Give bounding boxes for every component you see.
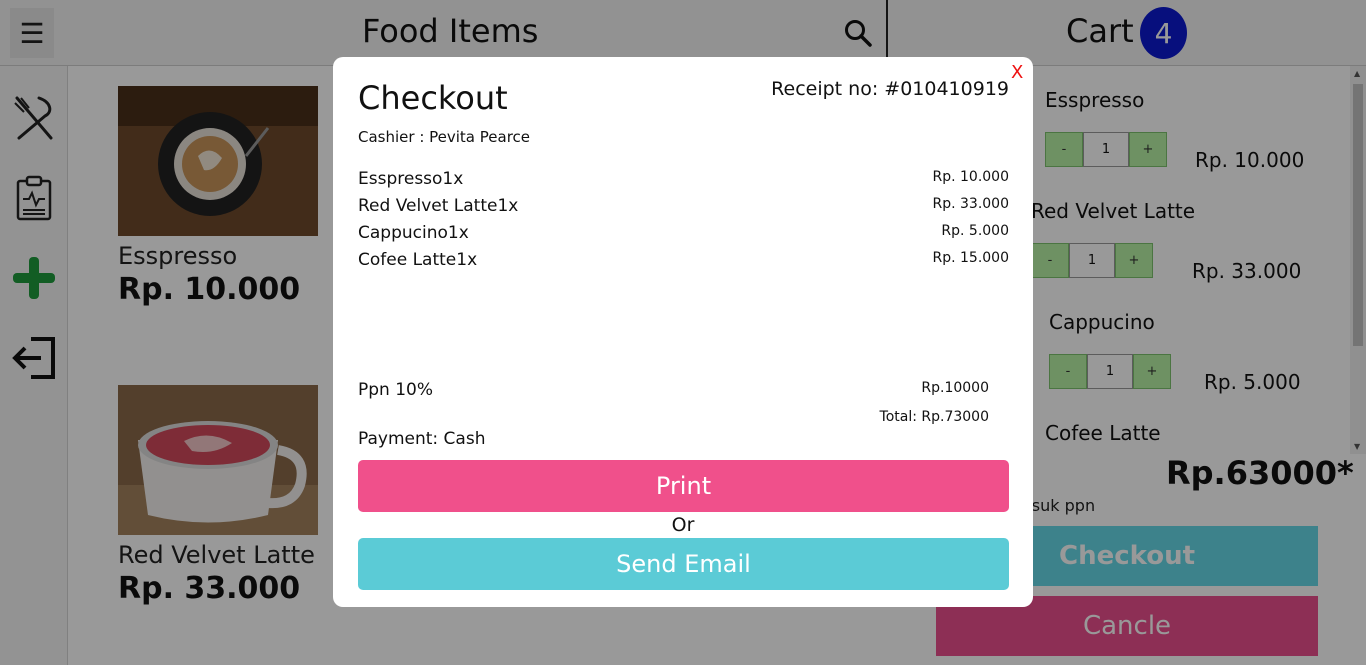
receipt-line-price: Rp. 10.000 <box>932 169 1009 185</box>
receipt-line-name: Esspresso1x <box>358 169 464 189</box>
receipt-line-name: Cappucino1x <box>358 223 469 243</box>
receipt-line-price: Rp. 33.000 <box>932 196 1009 212</box>
receipt-line-name: Red Velvet Latte1x <box>358 196 519 216</box>
receipt-number: Receipt no: #010410919 <box>771 78 1009 100</box>
receipt-total: Total: Rp.73000 <box>879 409 989 425</box>
receipt-line: Cofee Latte1x Rp. 15.000 <box>358 250 1009 277</box>
or-separator: Or <box>671 514 695 536</box>
modal-title: Checkout <box>358 79 508 117</box>
receipt-line: Red Velvet Latte1x Rp. 33.000 <box>358 196 1009 223</box>
print-button[interactable]: Print <box>358 460 1009 512</box>
receipt-line: Esspresso1x Rp. 10.000 <box>358 169 1009 196</box>
ppn-label: Ppn 10% <box>358 380 434 400</box>
send-email-button[interactable]: Send Email <box>358 538 1009 590</box>
payment-method: Payment: Cash <box>358 429 486 449</box>
receipt-line-name: Cofee Latte1x <box>358 250 478 270</box>
receipt-line-price: Rp. 5.000 <box>941 223 1009 239</box>
receipt-line: Cappucino1x Rp. 5.000 <box>358 223 1009 250</box>
close-button[interactable]: X <box>1011 62 1023 83</box>
ppn-value: Rp.10000 <box>921 380 989 396</box>
cashier-name: Cashier : Pevita Pearce <box>358 128 531 146</box>
checkout-modal: X Checkout Receipt no: #010410919 Cashie… <box>333 57 1033 607</box>
receipt-line-price: Rp. 15.000 <box>932 250 1009 266</box>
